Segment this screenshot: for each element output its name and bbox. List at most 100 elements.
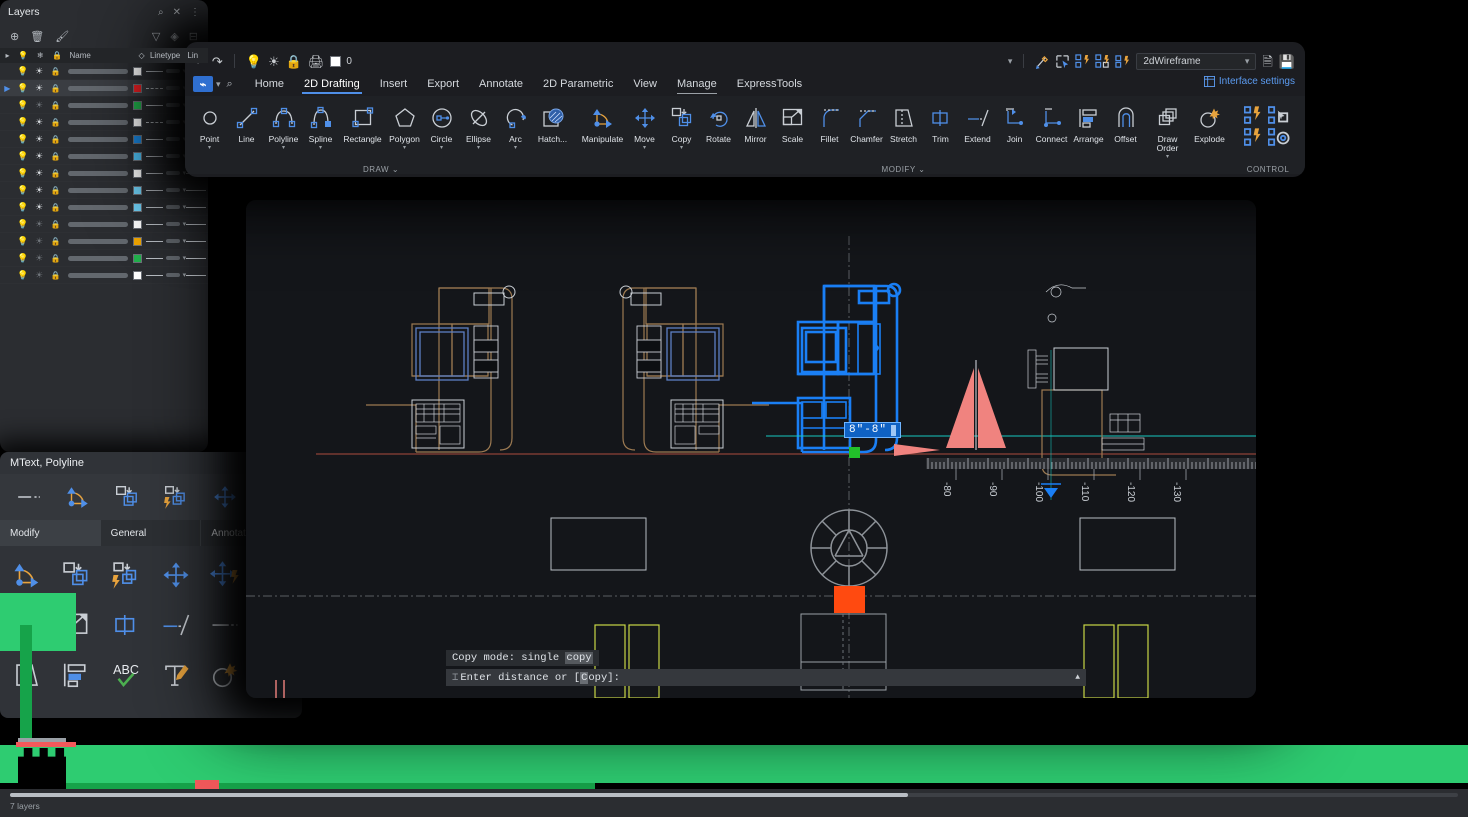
ribbon-button-draw-order[interactable]: Draw Order ▾ [1144,100,1191,160]
ribbon-button-dropdown-icon[interactable]: ▾ [440,145,443,151]
layer-visibility-toggle[interactable]: 💡 [15,165,31,182]
layer-name[interactable] [64,233,130,250]
layer-lock-toggle[interactable]: 🔒 [47,148,63,165]
col-lineweight-header[interactable]: Lin [187,48,208,63]
tab-manage[interactable]: Manage [667,75,727,94]
layer-linetype[interactable]: ▾ [146,80,186,97]
layer-lock-toggle[interactable]: 🔒 [47,199,63,216]
ribbon-button-dropdown-icon[interactable]: ▾ [477,145,480,151]
layer-color-swatch[interactable] [130,114,146,131]
col-expand-icon[interactable]: ▸ [0,48,15,63]
search-icon[interactable]: ⌕ [227,78,233,91]
layer-color-swatch[interactable] [130,233,146,250]
modify-panel-title[interactable]: MODIFY ⌄ [579,165,1228,174]
layer-linetype[interactable]: ▾ [146,267,186,284]
mtext-grid-copy-icon[interactable] [52,552,102,598]
mtext-quick-linetype-icon[interactable] [4,484,53,510]
layer-lineweight[interactable] [186,250,208,267]
tab-expresstools[interactable]: ExpressTools [727,75,812,94]
mtext-grid-edit-text-icon[interactable] [151,652,201,698]
layer-visibility-toggle[interactable]: 💡 [15,80,31,97]
command-line[interactable]: Copy mode: single copy ⌶ Enter distance o… [446,647,1086,686]
ribbon-button-trim[interactable]: Trim [922,100,959,144]
ribbon-button-line[interactable]: Line [228,100,265,144]
layer-linetype[interactable]: ▾ [146,131,186,148]
layer-visibility-toggle[interactable]: 💡 [15,97,31,114]
mtext-grid-manipulate-icon[interactable] [2,552,52,598]
tab-export[interactable]: Export [417,75,469,94]
add-layer-icon[interactable]: ⊕ [10,30,19,43]
ribbon-button-rotate[interactable]: Rotate [700,100,737,144]
control-layer-iso-icon[interactable] [1244,106,1266,126]
layer-row[interactable]: 💡☀🔒 ▾ [0,216,208,233]
pick-style-icon[interactable] [1035,54,1050,69]
ribbon-button-extend[interactable]: Extend [959,100,996,144]
layer-color-swatch[interactable] [130,250,146,267]
layer-lock-toggle[interactable]: 🔒 [47,114,63,131]
ribbon-button-ellipse[interactable]: Ellipse ▾ [460,100,497,151]
layer-lineweight[interactable] [186,216,208,233]
ribbon-button-explode[interactable]: Explode [1191,100,1228,144]
mtext-quick-copy-array-icon[interactable] [151,484,200,510]
interface-settings-button[interactable]: Interface settings [1203,76,1295,87]
select-objects-icon[interactable] [1055,54,1070,69]
ribbon-button-spline[interactable]: Spline ▾ [302,100,339,151]
layer-color-swatch[interactable] [130,148,146,165]
layer-linetype[interactable]: ▾ [146,165,186,182]
mtext-grid-move-array-icon[interactable] [201,552,251,598]
app-logo-icon[interactable]: ⌁ [193,76,213,92]
layer-states-icon[interactable]: ◈ [170,30,178,43]
lock-icon[interactable]: 🔒 [286,55,302,68]
ribbon-button-rectangle[interactable]: Rectangle [339,100,386,144]
control-layer-off-icon[interactable] [1244,128,1266,148]
ribbon-button-hatch-[interactable]: Hatch... [534,100,571,144]
layer-color-swatch[interactable] [130,63,146,80]
layer-color-swatch[interactable] [130,97,146,114]
layer-visibility-toggle[interactable]: 💡 [15,199,31,216]
ribbon-button-manipulate[interactable]: Manipulate [579,100,626,144]
layer-lock-toggle[interactable]: 🔒 [47,80,63,97]
ribbon-button-mirror[interactable]: Mirror [737,100,774,144]
layer-lock-toggle[interactable]: 🔒 [47,267,63,284]
layer-row[interactable]: 💡☀🔒 ▾ [0,165,208,182]
ribbon-button-dropdown-icon[interactable]: ▾ [403,145,406,151]
layer-row[interactable]: ▶ 💡☀🔒 ▾ [0,80,208,97]
layer-freeze-toggle[interactable]: ☀ [31,233,47,250]
mtext-grid-copy-array-icon[interactable] [101,552,151,598]
ribbon-button-dropdown-icon[interactable]: ▾ [514,145,517,151]
mtext-grid-move-icon[interactable] [151,552,201,598]
layer-linetype[interactable]: ▾ [146,63,186,80]
ribbon-button-dropdown-icon[interactable]: ▾ [319,145,322,151]
ribbon-button-dropdown-icon[interactable]: ▾ [208,145,211,151]
command-expand-icon[interactable]: ▲ [1075,673,1080,682]
layer-freeze-toggle[interactable]: ☀ [31,250,47,267]
layer-visibility-toggle[interactable]: 💡 [15,63,31,80]
tab-insert[interactable]: Insert [370,75,418,94]
layer-linetype[interactable]: ▾ [146,216,186,233]
layer-dropdown-chevron-icon[interactable]: ▾ [1008,56,1013,67]
layer-lock-toggle[interactable]: 🔒 [47,233,63,250]
layer-visibility-toggle[interactable]: 💡 [15,216,31,233]
tab-2d-parametric[interactable]: 2D Parametric [533,75,623,94]
layer-color-swatch[interactable] [130,216,146,233]
app-menu-chevron-icon[interactable]: ▾ [216,79,221,90]
layer-row[interactable]: 💡☀🔒 ▾ [0,63,208,80]
ribbon-button-arc[interactable]: Arc ▾ [497,100,534,151]
more-icon[interactable]: ⋮ [190,7,200,18]
layer-name[interactable] [64,148,130,165]
layer-freeze-toggle[interactable]: ☀ [31,182,47,199]
layer-visibility-toggle[interactable]: 💡 [15,182,31,199]
layer-visibility-toggle[interactable]: 💡 [15,131,31,148]
ribbon-button-dropdown-icon[interactable]: ▾ [643,145,646,151]
layer-linetype[interactable]: ▾ [146,182,186,199]
mtext-grid-spell-check-icon[interactable]: ABC [101,652,151,698]
layer-linetype[interactable]: ▾ [146,97,186,114]
layer-name[interactable] [64,80,130,97]
layer-row[interactable]: 💡☀🔒 ▾ [0,114,208,131]
layer-lineweight[interactable] [186,182,208,199]
mtext-quick-copy-icon[interactable] [102,484,151,510]
layer-name[interactable] [64,250,130,267]
ribbon-button-copy[interactable]: Copy ▾ [663,100,700,151]
close-icon[interactable]: ✕ [173,7,181,18]
ribbon-button-point[interactable]: Point ▾ [191,100,228,151]
